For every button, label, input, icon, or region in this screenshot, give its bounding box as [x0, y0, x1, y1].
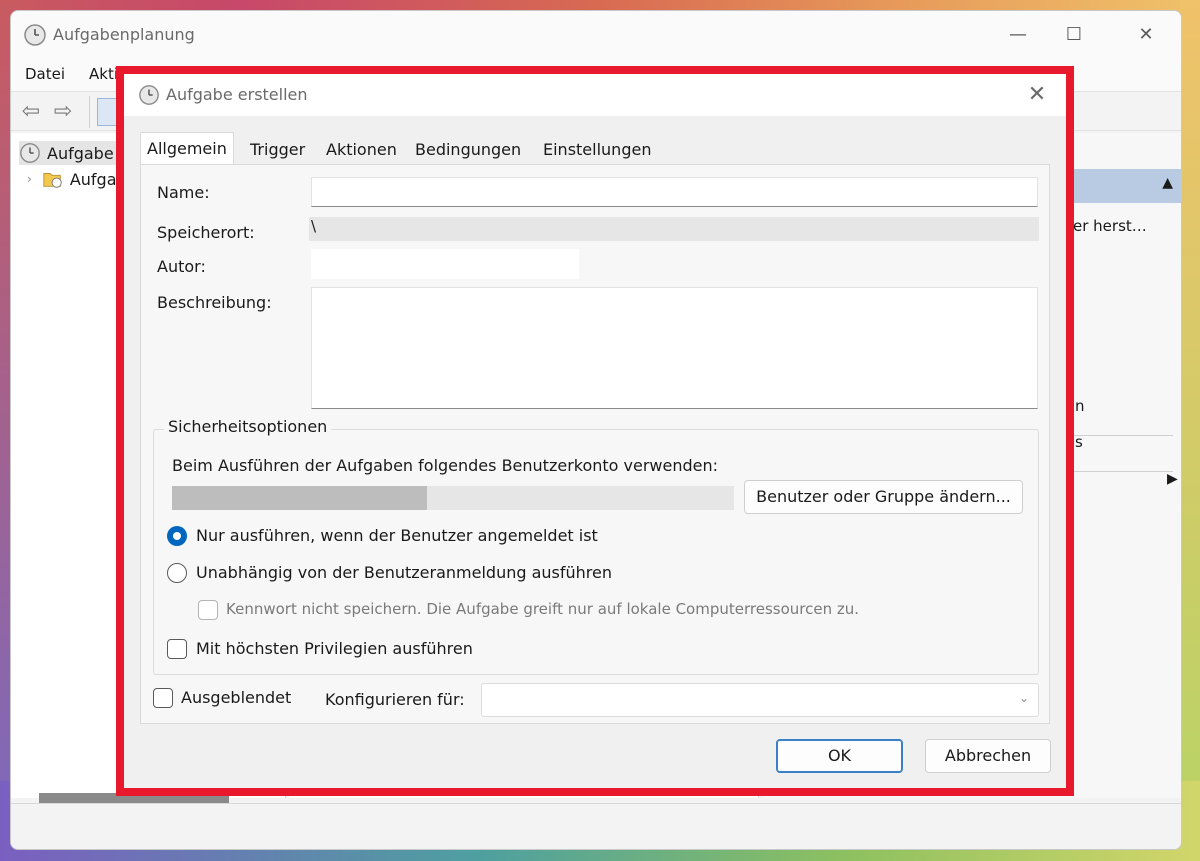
clock-icon [24, 24, 46, 46]
tree-item-label: Aufga [69, 169, 117, 189]
chevron-right-icon[interactable]: › [27, 172, 32, 186]
collapse-up-icon[interactable]: ▲ [1162, 175, 1173, 191]
back-arrow-icon[interactable]: ⇦ [17, 98, 45, 126]
tree-item-label: Aufgabe [47, 143, 114, 163]
main-window-title: Aufgabenplanung [53, 25, 195, 44]
statusbar [11, 803, 1181, 849]
red-highlight-frame [116, 66, 1074, 796]
toolbar-separator [89, 96, 90, 128]
close-button[interactable]: ✕ [1129, 21, 1163, 47]
menu-datei[interactable]: Datei [25, 65, 65, 83]
menu-aktion[interactable]: Akti [89, 65, 118, 83]
action-create-basic[interactable]: er herst… [1073, 217, 1147, 235]
wallpaper-right [1180, 0, 1200, 861]
minimize-button[interactable]: — [1001, 21, 1035, 47]
main-titlebar: Aufgabenplanung — ☐ ✕ [11, 11, 1181, 59]
tree-item-library[interactable]: › Aufga [27, 167, 117, 191]
clock-icon [20, 143, 40, 163]
action-item[interactable]: n [1075, 397, 1085, 415]
folder-clock-icon [43, 173, 62, 188]
maximize-button[interactable]: ☐ [1057, 21, 1091, 47]
submenu-arrow-icon[interactable]: ▶ [1167, 471, 1178, 487]
forward-arrow-icon[interactable]: ⇨ [49, 98, 77, 126]
